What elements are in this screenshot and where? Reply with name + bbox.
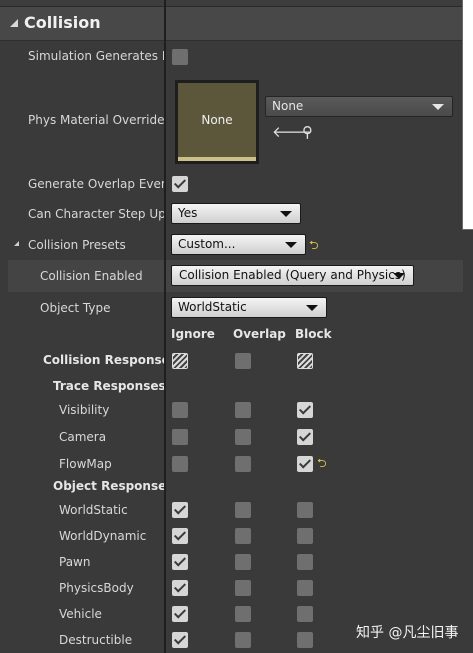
collision-presets-value: Custom... — [178, 237, 236, 251]
step-up-value: Yes — [178, 206, 198, 220]
collapse-triangle-icon[interactable] — [14, 241, 19, 246]
objects-block-checkbox[interactable] — [297, 580, 313, 596]
reset-to-default-icon[interactable]: ⮌ — [309, 239, 321, 251]
trace-row-label: Camera — [59, 430, 107, 444]
column-header-block: Block — [295, 327, 332, 341]
objects-block-checkbox[interactable] — [297, 502, 313, 518]
browse-magnifier-icon[interactable]: ⚲ — [302, 125, 313, 140]
chevron-down-icon — [432, 104, 444, 110]
overlapping-window-edge — [462, 0, 473, 230]
trace-block-checkbox[interactable] — [297, 402, 313, 418]
phys-material-value: None — [272, 99, 304, 113]
objects-overlap-checkbox[interactable] — [235, 554, 251, 570]
chevron-down-icon — [306, 305, 318, 311]
objects-row-label: Vehicle — [59, 607, 102, 621]
object-response-label: Object Response — [53, 479, 164, 493]
reset-to-default-icon[interactable]: ⮌ — [317, 457, 329, 469]
trace-overlap-checkbox[interactable] — [235, 456, 251, 472]
generate-overlap-events-label: Generate Overlap Events — [28, 177, 164, 191]
trace-ignore-checkbox[interactable] — [172, 456, 188, 472]
phys-material-dropdown[interactable]: None — [265, 96, 453, 117]
objects-block-checkbox[interactable] — [297, 606, 313, 622]
objects-ignore-checkbox[interactable] — [172, 606, 188, 622]
collision-responses-block-all-checkbox[interactable] — [297, 353, 313, 369]
objects-ignore-checkbox[interactable] — [172, 502, 188, 518]
collision-responses-overlap-all-checkbox[interactable] — [235, 353, 251, 369]
trace-overlap-checkbox[interactable] — [235, 429, 251, 445]
objects-row-label: WorldStatic — [59, 503, 128, 517]
category-title: Collision — [24, 13, 101, 32]
objects-block-checkbox[interactable] — [297, 528, 313, 544]
objects-row-label: PhysicsBody — [59, 581, 134, 595]
column-splitter[interactable] — [164, 0, 166, 653]
objects-row-label: Pawn — [59, 555, 91, 569]
thumbnail-label: None — [201, 113, 233, 127]
collapse-triangle-icon[interactable] — [10, 19, 18, 27]
objects-ignore-checkbox[interactable] — [172, 580, 188, 596]
collision-enabled-value: Collision Enabled (Query and Physics) — [179, 268, 406, 282]
can-character-step-up-label: Can Character Step Up O — [28, 207, 164, 221]
step-up-dropdown[interactable]: Yes — [171, 203, 301, 224]
object-type-dropdown[interactable]: WorldStatic — [171, 297, 327, 318]
collision-enabled-label: Collision Enabled — [40, 269, 143, 283]
phys-material-override-label: Phys Material Override — [28, 113, 164, 127]
simulation-generates-hit-label: Simulation Generates Hi — [28, 49, 164, 63]
trace-ignore-checkbox[interactable] — [172, 402, 188, 418]
objects-overlap-checkbox[interactable] — [235, 632, 251, 648]
objects-overlap-checkbox[interactable] — [235, 580, 251, 596]
collision-category-header[interactable]: Collision — [0, 6, 463, 41]
objects-overlap-checkbox[interactable] — [235, 606, 251, 622]
trace-block-checkbox[interactable] — [297, 429, 313, 445]
collision-presets-dropdown[interactable]: Custom... — [171, 234, 306, 255]
watermark: 知乎 @凡尘旧事 — [356, 625, 459, 641]
objects-row-label: WorldDynamic — [59, 529, 147, 543]
chevron-down-icon — [393, 273, 405, 279]
collision-enabled-dropdown[interactable]: Collision Enabled (Query and Physics) — [171, 265, 414, 286]
collision-responses-label: Collision Responses — [43, 353, 164, 367]
objects-ignore-checkbox[interactable] — [172, 632, 188, 648]
chevron-down-icon — [285, 242, 297, 248]
objects-overlap-checkbox[interactable] — [235, 502, 251, 518]
trace-row-label: Visibility — [59, 403, 110, 417]
objects-ignore-checkbox[interactable] — [172, 528, 188, 544]
trace-block-checkbox[interactable] — [297, 456, 313, 472]
object-type-value: WorldStatic — [178, 300, 247, 314]
trace-row-label: FlowMap — [59, 457, 112, 471]
thumbnail-underline — [178, 157, 256, 161]
column-header-ignore: Ignore — [171, 327, 215, 341]
trace-ignore-checkbox[interactable] — [172, 429, 188, 445]
objects-row-label: Destructible — [59, 633, 133, 647]
objects-block-checkbox[interactable] — [297, 554, 313, 570]
objects-block-checkbox[interactable] — [297, 632, 313, 648]
objects-overlap-checkbox[interactable] — [235, 528, 251, 544]
object-type-label: Object Type — [40, 301, 111, 315]
collision-presets-label: Collision Presets — [28, 238, 126, 252]
collision-responses-ignore-all-checkbox[interactable] — [172, 353, 188, 369]
simulation-generates-hit-checkbox[interactable] — [172, 49, 188, 65]
trace-overlap-checkbox[interactable] — [235, 402, 251, 418]
trace-responses-label: Trace Responses — [53, 379, 164, 393]
column-header-overlap: Overlap — [233, 327, 286, 341]
chevron-down-icon — [280, 211, 292, 217]
phys-material-thumbnail[interactable]: None — [175, 80, 259, 164]
generate-overlap-events-checkbox[interactable] — [172, 176, 188, 192]
objects-ignore-checkbox[interactable] — [172, 554, 188, 570]
